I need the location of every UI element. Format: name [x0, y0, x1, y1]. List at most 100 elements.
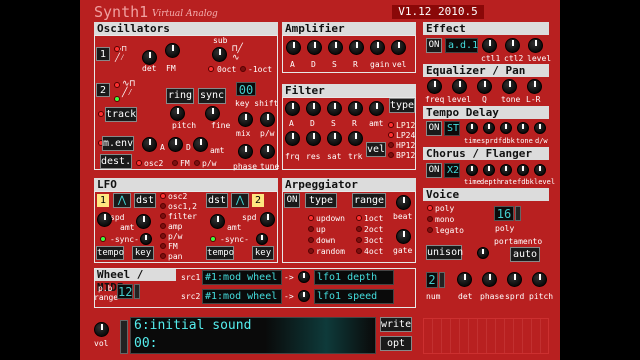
lfo2-sync-led[interactable]: [210, 236, 216, 242]
amp-vel-knob[interactable]: [391, 40, 406, 55]
dst1-select[interactable]: lfo1 depth: [314, 270, 394, 285]
lfo2-tempo-button[interactable]: tempo: [206, 246, 234, 260]
unison-det-knob[interactable]: [457, 272, 472, 287]
poly-count-stepper[interactable]: [515, 206, 521, 221]
sub-wave-icons[interactable]: ⊓╱ ∿: [232, 45, 243, 63]
lfo1-sync-led[interactable]: [100, 236, 106, 242]
osc-pitch-knob[interactable]: [170, 106, 185, 121]
osc1-wave-led[interactable]: [114, 46, 120, 52]
dest-osc2-led[interactable]: [136, 160, 142, 166]
amp-s-knob[interactable]: [328, 40, 343, 55]
lfo1-amt-knob[interactable]: [136, 214, 151, 229]
filter-lp24-led[interactable]: [388, 132, 394, 138]
unison-phase-knob[interactable]: [482, 272, 497, 287]
filter-bp12-led[interactable]: [388, 152, 394, 158]
lfo-dst-fm-led[interactable]: [160, 243, 166, 249]
arp-up-led[interactable]: [308, 226, 314, 232]
src2-amt-knob[interactable]: [298, 290, 310, 302]
pb-range-stepper[interactable]: [134, 284, 140, 299]
amp-a-knob[interactable]: [286, 40, 301, 55]
effect-type-display[interactable]: a.d.1: [445, 38, 478, 53]
amp-gain-knob[interactable]: [370, 40, 385, 55]
unison-pitch-knob[interactable]: [532, 272, 547, 287]
effect-ctl2-knob[interactable]: [505, 38, 520, 53]
filter-hp12-led[interactable]: [388, 142, 394, 148]
volume-knob[interactable]: [94, 322, 109, 337]
flt-res-knob[interactable]: [306, 131, 321, 146]
effect-on-button[interactable]: ON: [426, 38, 442, 53]
effect-level-knob[interactable]: [528, 38, 543, 53]
dest-fm-led[interactable]: [172, 160, 178, 166]
lfo-dst-osc2-led[interactable]: [160, 193, 166, 199]
lfo1-key-button[interactable]: key: [132, 246, 154, 260]
flt-s-knob[interactable]: [327, 101, 342, 116]
lfo1-number-button[interactable]: 1: [97, 194, 109, 207]
patch-sub[interactable]: 00:: [134, 336, 157, 352]
arp-1oct-led[interactable]: [356, 215, 362, 221]
eq-q-knob[interactable]: [477, 79, 492, 94]
keyboard-area[interactable]: [423, 318, 549, 354]
delay-tone-knob[interactable]: [517, 122, 529, 134]
voice-mono-led[interactable]: [427, 216, 433, 222]
lfo2-wave-button[interactable]: ⋀: [231, 193, 249, 208]
menv-amt-knob[interactable]: [193, 137, 208, 152]
src2-select[interactable]: #1:mod wheel: [202, 289, 282, 304]
lfo1-tempo-button[interactable]: tempo: [96, 246, 124, 260]
lfo2-dst-button[interactable]: dst: [206, 193, 228, 208]
flt-d-knob[interactable]: [306, 101, 321, 116]
lfo1-spd-knob[interactable]: [97, 212, 112, 227]
delay-time-knob[interactable]: [466, 122, 478, 134]
lfo2-amt-knob[interactable]: [210, 214, 225, 229]
osc1-number-button[interactable]: 1: [96, 47, 110, 61]
arp-random-led[interactable]: [308, 248, 314, 254]
unison-num-stepper[interactable]: [439, 272, 445, 288]
delay-sprd-knob[interactable]: [483, 122, 495, 134]
arp-type-button[interactable]: type: [305, 193, 337, 208]
delay-on-button[interactable]: ON: [426, 121, 442, 136]
chorus-rate-knob[interactable]: [500, 164, 512, 176]
chorus-type-display[interactable]: X2: [444, 163, 460, 178]
filter-type-button[interactable]: type: [389, 98, 415, 113]
voice-poly-led[interactable]: [427, 205, 433, 211]
opt-button[interactable]: opt: [380, 336, 412, 351]
amp-d-knob[interactable]: [307, 40, 322, 55]
osc2-number-button[interactable]: 2: [96, 83, 110, 97]
arp-updown-led[interactable]: [308, 215, 314, 221]
patch-name[interactable]: 6:initial sound: [134, 318, 251, 334]
pw-knob[interactable]: [260, 112, 275, 127]
arp-range-button[interactable]: range: [352, 193, 386, 208]
unison-sprd-knob[interactable]: [507, 272, 522, 287]
eq-lr-knob[interactable]: [527, 79, 542, 94]
arp-down-led[interactable]: [308, 237, 314, 243]
src1-select[interactable]: #1:mod wheel: [202, 270, 282, 285]
arp-3oct-led[interactable]: [356, 237, 362, 243]
osc2-wave-icons[interactable]: ∿⊓ ╱⁄: [122, 80, 135, 98]
lfo-dst-filter-led[interactable]: [160, 213, 166, 219]
amp-r-knob[interactable]: [349, 40, 364, 55]
menv-a-knob[interactable]: [142, 137, 157, 152]
osc-fine-knob[interactable]: [205, 106, 220, 121]
lfo-dst-osc12-led[interactable]: [160, 203, 166, 209]
lfo1-dst-button[interactable]: dst: [134, 193, 156, 208]
src1-amt-knob[interactable]: [298, 271, 310, 283]
lfo1-wave-button[interactable]: ⋀: [113, 193, 131, 208]
arp-gate-knob[interactable]: [396, 229, 411, 244]
lfo-dst-pw-led[interactable]: [160, 233, 166, 239]
write-button[interactable]: write: [380, 317, 412, 332]
lfo2-number-button[interactable]: 2: [252, 194, 264, 207]
key-shift-display[interactable]: 00: [236, 82, 256, 97]
lfo2-key-button[interactable]: key: [252, 246, 274, 260]
portamento-knob[interactable]: [477, 247, 489, 259]
flt-amt-knob[interactable]: [369, 101, 384, 116]
flt-sat-knob[interactable]: [327, 131, 342, 146]
eq-level-knob[interactable]: [452, 79, 467, 94]
delay-dw-knob[interactable]: [534, 122, 546, 134]
osc2-wave-led[interactable]: [114, 82, 120, 88]
menv-d-knob[interactable]: [168, 137, 183, 152]
sub-octminus-led[interactable]: [240, 66, 246, 72]
phase-knob[interactable]: [238, 144, 253, 159]
ring-button[interactable]: ring: [166, 88, 194, 104]
portamento-auto-button[interactable]: auto: [510, 247, 540, 262]
tune-knob[interactable]: [260, 144, 275, 159]
arp-2oct-led[interactable]: [356, 226, 362, 232]
